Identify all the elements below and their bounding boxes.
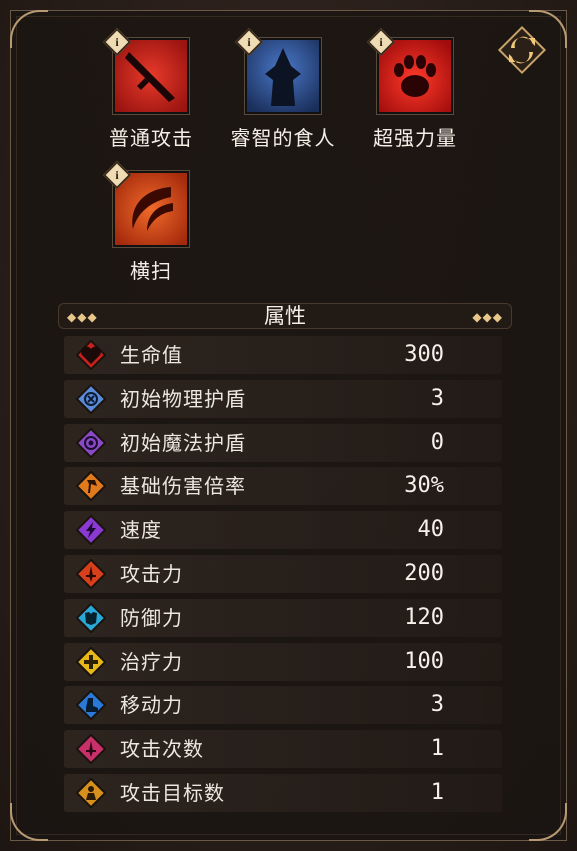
stat-name: 基础伤害倍率 (120, 474, 246, 498)
stat-value: 30% (404, 473, 444, 498)
paw-print-icon (394, 55, 436, 97)
stat-row: 攻击目标数 1 (64, 774, 502, 812)
stat-name: 初始物理护盾 (120, 387, 246, 411)
magic-shield-icon (75, 427, 107, 459)
stat-name: 治疗力 (120, 650, 183, 674)
stat-name: 初始魔法护盾 (120, 431, 246, 455)
stat-row: 基础伤害倍率 30% (64, 467, 502, 505)
armor-icon (75, 602, 107, 634)
stat-name: 攻击次数 (120, 737, 204, 761)
cross-icon (75, 646, 107, 678)
skill-icon-frame: i (366, 27, 453, 114)
stat-value: 300 (404, 342, 444, 367)
stat-value: 120 (404, 605, 444, 630)
stat-row: 生命值 300 (64, 336, 502, 374)
skill-wise-cannibal[interactable]: i 睿智的食人 (223, 27, 343, 151)
stat-name: 速度 (120, 518, 162, 542)
skill-label: 普通攻击 (109, 126, 193, 150)
skill-basic-attack[interactable]: i 普通攻击 (91, 27, 211, 151)
sword-strike-icon (125, 52, 175, 102)
sword-count-icon (75, 733, 107, 765)
stat-name: 生命值 (120, 343, 183, 367)
stat-value: 100 (404, 649, 444, 674)
sword-icon (75, 558, 107, 590)
lightning-icon (75, 514, 107, 546)
stat-name: 移动力 (120, 693, 183, 717)
stat-row: 攻击次数 1 (64, 730, 502, 768)
skill-sweep[interactable]: i 横扫 (91, 160, 211, 284)
skill-label: 睿智的食人 (230, 126, 336, 150)
stat-row: 治疗力 100 (64, 643, 502, 681)
frame-corner (529, 803, 567, 841)
frame-corner (10, 803, 48, 841)
axe-icon (75, 470, 107, 502)
skill-icon-frame: i (234, 27, 321, 114)
stat-value: 1 (430, 736, 444, 761)
stat-row: 攻击力 200 (64, 555, 502, 593)
stat-name: 防御力 (120, 606, 183, 630)
skill-label: 横扫 (130, 259, 172, 283)
skill-icon-frame: i (102, 160, 189, 247)
skill-super-strength[interactable]: i 超强力量 (355, 27, 475, 151)
stat-value: 3 (430, 386, 444, 411)
stat-row: 速度 40 (64, 511, 502, 549)
frame-corner (10, 10, 48, 48)
sweep-slash-icon (132, 187, 173, 231)
heart-icon (75, 339, 107, 371)
skill-icon-frame: i (102, 27, 189, 114)
target-person-icon (75, 777, 107, 809)
stat-value: 0 (430, 430, 444, 455)
skill-label: 超强力量 (373, 126, 457, 150)
swap-character-button[interactable] (494, 22, 550, 78)
stat-name: 攻击目标数 (120, 781, 225, 805)
hooded-figure-icon (265, 48, 301, 106)
stat-value: 40 (417, 517, 445, 542)
attributes-header: ◆◆◆ 属性 ◆◆◆ (58, 303, 512, 329)
stat-value: 1 (430, 780, 444, 805)
swap-arrows-icon (497, 25, 547, 75)
stat-row: 移动力 3 (64, 686, 502, 724)
stat-value: 200 (404, 561, 444, 586)
decor-dots: ◆◆◆ (472, 310, 503, 324)
attributes-title: 属性 (264, 304, 306, 328)
stat-row: 防御力 120 (64, 599, 502, 637)
stat-value: 3 (430, 692, 444, 717)
stat-row: 初始魔法护盾 0 (64, 424, 502, 462)
stat-name: 攻击力 (120, 562, 183, 586)
stat-row: 初始物理护盾 3 (64, 380, 502, 418)
physical-shield-icon (75, 383, 107, 415)
boot-icon (75, 689, 107, 721)
